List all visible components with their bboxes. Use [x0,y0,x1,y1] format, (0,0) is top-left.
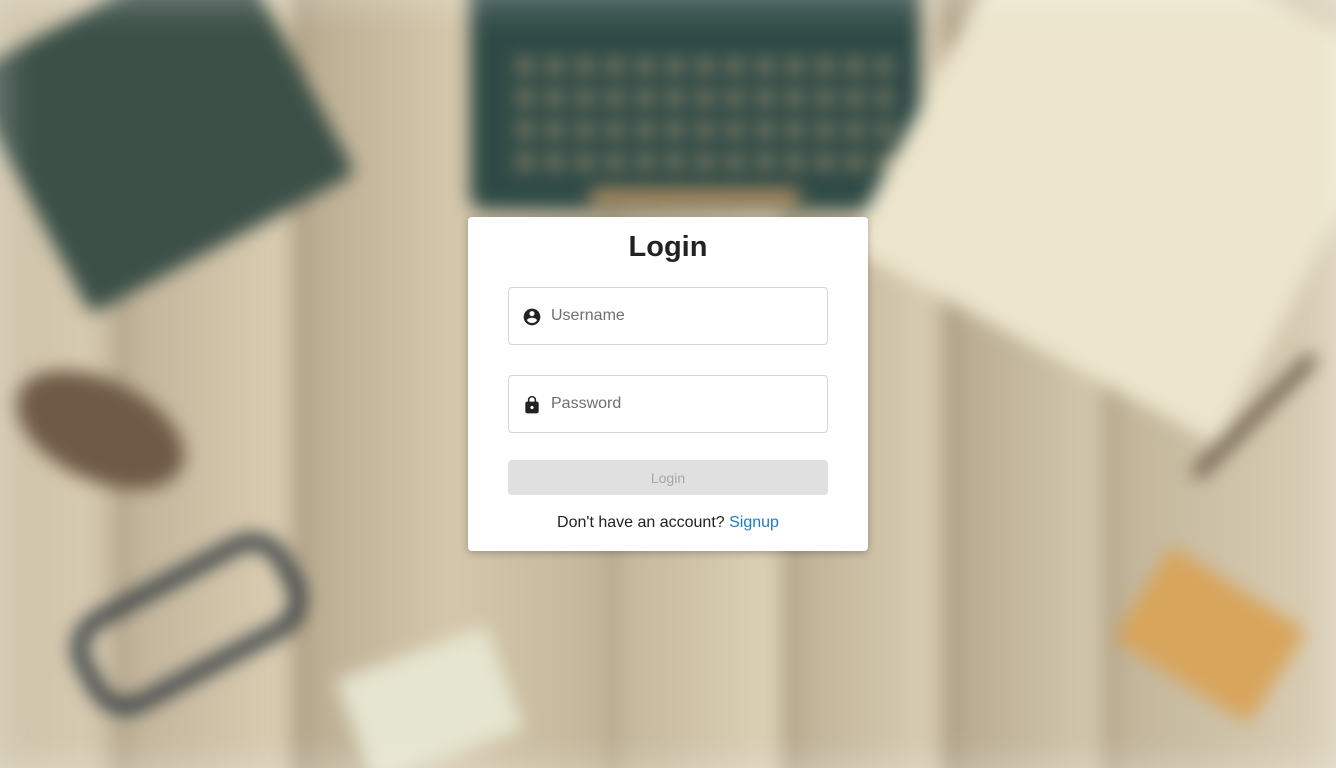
signup-prompt-text: Don't have an account? [557,514,725,531]
lock-icon [525,395,539,414]
login-title: Login [628,231,708,263]
signup-prompt-row: Don't have an account? Signup [468,514,868,532]
username-input[interactable] [551,288,821,344]
login-button[interactable]: Login [508,460,828,495]
password-field[interactable] [508,375,828,433]
login-card: Login Login Don't have an account? Signu… [468,217,868,551]
login-page: Login Login Don't have an account? Signu… [0,0,1336,768]
password-input[interactable] [551,376,821,432]
signup-link[interactable]: Signup [729,514,779,531]
username-field[interactable] [508,287,828,345]
account-circle-icon [523,308,541,326]
